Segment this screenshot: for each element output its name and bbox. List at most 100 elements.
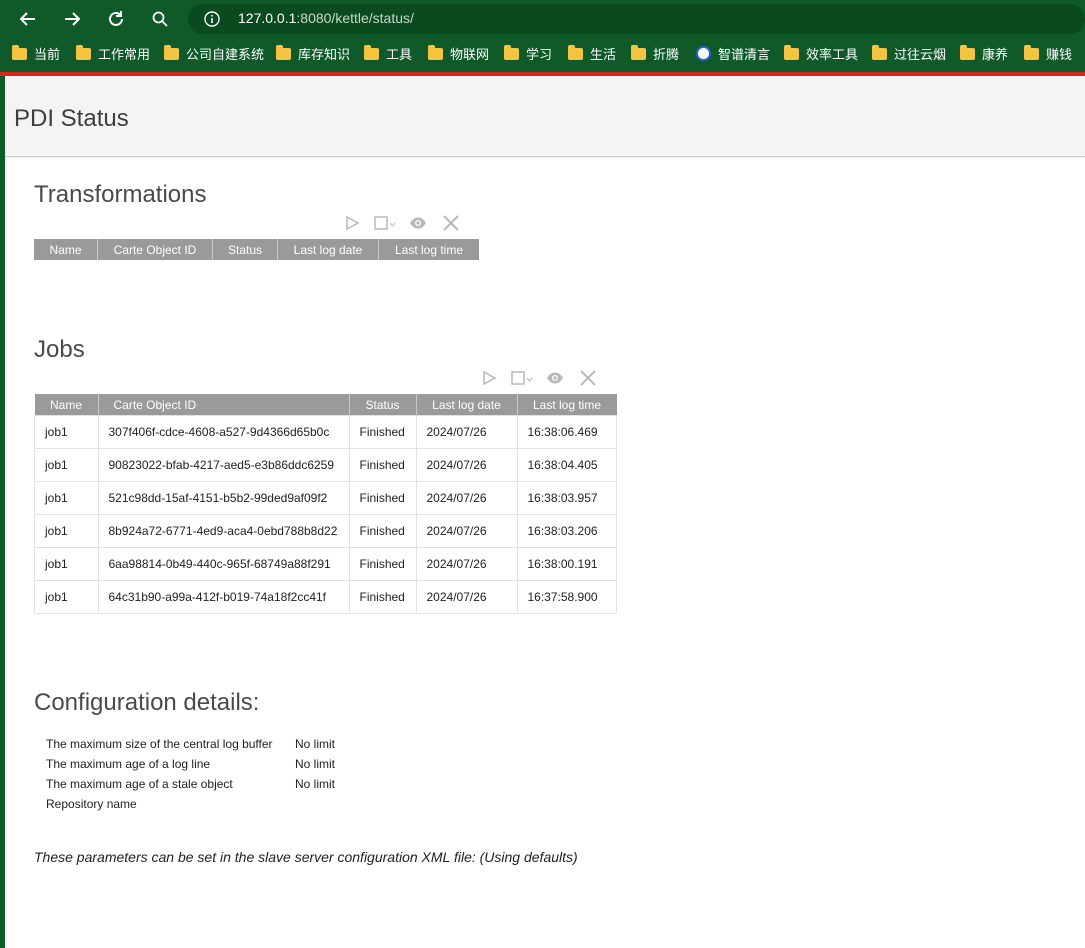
bookmark-folder[interactable]: 当前 [12, 44, 60, 63]
carte-object-id-cell[interactable]: 8b924a72-6771-4ed9-aca4-0ebd788b8d22 [97, 514, 350, 548]
bookmark-folder[interactable]: 物联网 [428, 44, 489, 63]
address-bar[interactable]: 127.0.0.1:8080/kettle/status/ [188, 4, 1085, 34]
config-value: No limit [295, 777, 336, 791]
reload-icon[interactable] [103, 6, 129, 32]
stop-icon[interactable] [511, 368, 533, 388]
page-viewport: PDI Status Transformations Name Carte Ob… [5, 76, 1085, 948]
log-time-cell: 16:37:58.900 [516, 580, 617, 614]
browser-chrome: 127.0.0.1:8080/kettle/status/ 当前 工作常用 公司… [0, 0, 1085, 72]
status-cell: Finished [348, 415, 417, 449]
column-header[interactable]: Last log time [517, 394, 617, 416]
jobs-table: Name Carte Object ID Status Last log dat… [34, 394, 617, 614]
bookmark-label: 物联网 [450, 47, 490, 62]
column-header[interactable]: Last log date [416, 394, 518, 416]
table-row[interactable]: job1 521c98dd-15af-4151-b5b2-99ded9af09f… [34, 481, 617, 515]
folder-icon [364, 44, 379, 60]
config-row: The maximum size of the central log buff… [46, 734, 335, 754]
log-time-cell: 16:38:00.191 [516, 547, 617, 581]
column-header[interactable]: Last log date [277, 239, 379, 260]
job-name-cell: job1 [34, 415, 99, 449]
carte-object-id-cell[interactable]: 64c31b90-a99a-412f-b019-74a18f2cc41f [97, 580, 350, 614]
url-host: 127.0.0.1 [238, 10, 297, 26]
table-row[interactable]: job1 6aa98814-0b49-440c-965f-68749a88f29… [34, 547, 617, 581]
log-date-cell: 2024/07/26 [415, 448, 518, 482]
column-header[interactable]: Name [34, 394, 99, 416]
bookmarks-bar: 当前 工作常用 公司自建系统 库存知识 工具 物联网 学习 生活 折腾 智谱清言… [0, 40, 1085, 66]
bookmark-folder[interactable]: 生活 [568, 44, 616, 63]
bookmark-link[interactable]: 智谱清言 [696, 44, 770, 63]
table-row[interactable]: job1 307f406f-cdce-4608-a527-9d4366d65b0… [34, 415, 617, 449]
bookmark-folder[interactable]: 工作常用 [76, 44, 150, 63]
table-row[interactable]: job1 90823022-bfab-4217-aed5-e3b86ddc625… [34, 448, 617, 482]
bookmark-label: 公司自建系统 [186, 47, 265, 62]
folder-icon [276, 44, 291, 60]
column-header[interactable]: Last log time [378, 239, 479, 260]
config-title: Configuration details: [34, 689, 260, 716]
bookmark-folder[interactable]: 工具 [364, 44, 412, 63]
carte-object-id-cell[interactable]: 521c98dd-15af-4151-b5b2-99ded9af09f2 [97, 481, 350, 515]
job-name-cell: job1 [34, 580, 99, 614]
config-value: No limit [295, 737, 336, 751]
bookmark-label: 康养 [982, 47, 1009, 62]
config-key: Repository name [46, 797, 137, 811]
forward-arrow-icon[interactable] [59, 6, 85, 32]
bookmark-folder[interactable]: 赚钱 [1024, 44, 1072, 63]
job-name-cell: job1 [34, 481, 99, 515]
folder-icon [428, 44, 443, 60]
folder-icon [164, 44, 179, 60]
config-value [295, 794, 335, 814]
close-icon[interactable] [577, 368, 599, 388]
play-icon[interactable] [478, 368, 500, 388]
play-icon[interactable] [341, 213, 363, 233]
folder-icon [784, 44, 799, 60]
back-arrow-icon[interactable] [15, 6, 41, 32]
page-header: PDI Status [5, 76, 1085, 157]
log-time-cell: 16:38:03.206 [516, 514, 617, 548]
bookmark-folder[interactable]: 折腾 [631, 44, 679, 63]
jobs-toolbar [478, 368, 610, 388]
carte-object-id-cell[interactable]: 307f406f-cdce-4608-a527-9d4366d65b0c [97, 415, 350, 449]
eye-icon[interactable] [407, 213, 429, 233]
bookmark-folder[interactable]: 效率工具 [784, 44, 858, 63]
bookmark-label: 库存知识 [298, 47, 351, 62]
log-date-cell: 2024/07/26 [415, 547, 518, 581]
log-time-cell: 16:38:06.469 [516, 415, 617, 449]
config-row: Repository name [46, 794, 335, 814]
table-header-row: Name Carte Object ID Status Last log dat… [34, 239, 479, 260]
config-key: The maximum age of a log line [46, 757, 211, 771]
search-icon[interactable] [147, 6, 173, 32]
folder-icon [1024, 44, 1039, 60]
bookmark-folder[interactable]: 康养 [960, 44, 1008, 63]
bookmark-label: 过往云烟 [894, 47, 947, 62]
bookmark-folder[interactable]: 库存知识 [276, 44, 350, 63]
job-name-cell: job1 [34, 514, 99, 548]
folder-icon [631, 44, 646, 60]
folder-icon [568, 44, 583, 60]
bookmark-label: 折腾 [653, 47, 680, 62]
status-cell: Finished [348, 448, 417, 482]
carte-object-id-cell[interactable]: 6aa98814-0b49-440c-965f-68749a88f291 [97, 547, 350, 581]
bookmark-label: 生活 [590, 47, 617, 62]
column-header[interactable]: Status [212, 239, 278, 260]
bookmark-folder[interactable]: 公司自建系统 [164, 44, 264, 63]
stop-icon[interactable] [374, 213, 396, 233]
folder-icon [960, 44, 975, 60]
page-title: PDI Status [14, 105, 129, 132]
table-row[interactable]: job1 64c31b90-a99a-412f-b019-74a18f2cc41… [34, 580, 617, 614]
carte-object-id-cell[interactable]: 90823022-bfab-4217-aed5-e3b86ddc6259 [97, 448, 350, 482]
bookmark-label: 智谱清言 [718, 47, 771, 62]
url-path: :8080/kettle/status/ [296, 10, 414, 26]
bookmark-folder[interactable]: 过往云烟 [872, 44, 946, 63]
column-header[interactable]: Status [349, 394, 417, 416]
config-key: The maximum age of a stale object [46, 777, 233, 791]
log-date-cell: 2024/07/26 [415, 514, 518, 548]
bookmark-folder[interactable]: 学习 [504, 44, 552, 63]
column-header[interactable]: Carte Object ID [97, 239, 213, 260]
column-header[interactable]: Name [34, 239, 98, 260]
close-icon[interactable] [440, 213, 462, 233]
log-date-cell: 2024/07/26 [415, 481, 518, 515]
site-info-icon[interactable] [204, 11, 220, 32]
table-row[interactable]: job1 8b924a72-6771-4ed9-aca4-0ebd788b8d2… [34, 514, 617, 548]
column-header[interactable]: Carte Object ID [98, 394, 350, 416]
eye-icon[interactable] [544, 368, 566, 388]
